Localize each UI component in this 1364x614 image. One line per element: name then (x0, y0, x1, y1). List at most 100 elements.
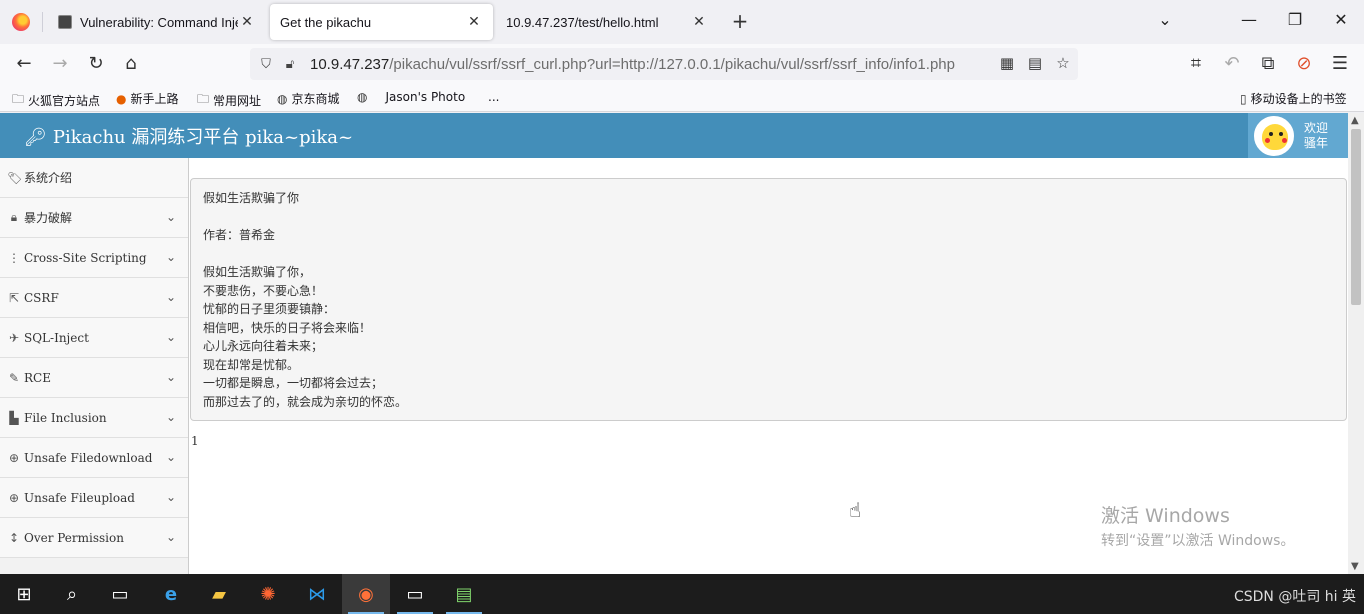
site-title[interactable]: 🔑︎ Pikachu 漏洞练习平台 pika~pika~ (24, 123, 353, 149)
bookmark-jasons-photo[interactable]: ◍ Jason's Photo (357, 90, 465, 104)
folder-icon: ▰ (212, 583, 226, 605)
poem-line: 不要悲伤，不要心急！ (203, 283, 324, 298)
sidebar-item-label: 系统介绍 (24, 171, 73, 185)
chevron-down-icon: ⌄ (165, 210, 176, 224)
taskbar-burp[interactable]: ✺ (244, 574, 292, 614)
ssrf-response-box: 假如生活欺骗了你 作者：普希金 假如生活欺骗了你， 不要悲伤，不要心急！ 忧郁的… (190, 178, 1347, 421)
chevron-down-icon: ⌄ (165, 370, 176, 384)
windows-taskbar: ⊞ ⌕ ▭ e ▰ ✺ ⋈ ◉ ▭ ▤ CSDN @吐司 hi 英 (0, 574, 1364, 614)
scroll-up-icon[interactable]: ▲ (1351, 115, 1359, 126)
plane-icon: ✈ (8, 330, 20, 345)
sidebar-item-unsafe-filedownload[interactable]: ⊕ Unsafe Filedownload ⌄ (0, 438, 188, 478)
minimize-button[interactable]: — (1226, 10, 1272, 29)
taskbar-vscode[interactable]: ⋈ (293, 574, 341, 614)
extensions-icon[interactable]: ⧉ (1256, 52, 1280, 76)
qr-code-icon[interactable]: ▦ (998, 54, 1016, 74)
close-window-button[interactable]: ✕ (1318, 10, 1364, 29)
taskbar-ie[interactable]: e (147, 574, 195, 614)
undo-icon[interactable]: ↶ (1220, 52, 1244, 76)
poem-line: 一切都是瞬息，一切都将会过去； (203, 376, 384, 390)
insecure-lock-icon[interactable]: 🔓︎ (282, 57, 298, 72)
mobile-bookmarks[interactable]: ▯ 移动设备上的书签 (1240, 90, 1347, 107)
poem-line: 心儿永远向往着未来； (203, 339, 324, 353)
start-button[interactable]: ⊞ (0, 574, 48, 614)
dvwa-favicon-icon (58, 15, 72, 29)
system-tray[interactable]: CSDN @吐司 hi 英 (1234, 586, 1356, 606)
tab-vulnerability[interactable]: Vulnerability: Command Injec ✕ (48, 4, 266, 40)
user-menu[interactable]: 欢迎 骚年 (1248, 113, 1348, 158)
page-scrollbar[interactable]: ▲ ▼ (1348, 113, 1364, 574)
close-tab-icon[interactable]: ✕ (690, 14, 708, 30)
scroll-down-icon[interactable]: ▼ (1351, 561, 1359, 572)
search-button[interactable]: ⌕ (48, 574, 96, 614)
forward-button[interactable]: → (48, 52, 72, 76)
bookmark-firefox-official[interactable]: 🗀 火狐官方站点 (12, 90, 100, 111)
bookmark-star-icon[interactable]: ☆ (1054, 54, 1072, 74)
home-button[interactable]: ⌂ (119, 52, 143, 76)
navigation-toolbar: ← → ↻ ⌂ ⛉ 🔓︎ 10.9.47.237/pikachu/vul/ssr… (0, 44, 1364, 84)
scroll-thumb[interactable] (1351, 129, 1361, 305)
shield-icon[interactable]: ⛉ (258, 57, 274, 72)
close-tab-icon[interactable]: ✕ (465, 14, 483, 30)
reload-button[interactable]: ↻ (84, 52, 108, 76)
lock-icon: 🔒︎ (10, 210, 18, 224)
firefox-icon: ◉ (358, 583, 374, 605)
mobile-icon: ▯ (1240, 91, 1247, 106)
windows-activation-watermark: 激活 Windows 转到“设置”以激活 Windows。 (1101, 501, 1294, 550)
bookmark-jd[interactable]: ◍ 京东商城 (277, 90, 340, 107)
bookmark-overflow[interactable]: ... (488, 90, 499, 104)
poem-line: 忧郁的日子里须要镇静： (203, 302, 336, 316)
close-tab-icon[interactable]: ✕ (238, 14, 256, 30)
sidebar-item-unsafe-fileupload[interactable]: ⊕ Unsafe Fileupload ⌄ (0, 478, 188, 518)
globe-icon: ◍ (357, 90, 368, 104)
reader-view-icon[interactable]: ▤ (1026, 54, 1044, 74)
list-all-tabs-button[interactable]: ⌄ (1142, 10, 1188, 29)
text-height-icon: ↕ (8, 530, 20, 545)
folder-icon: 🗀 (197, 92, 210, 106)
addon-blocker-icon[interactable]: ⊘ (1292, 52, 1316, 76)
screenshot-icon[interactable]: ⌗ (1184, 52, 1208, 76)
taskbar-firefox[interactable]: ◉ (342, 574, 390, 614)
sidebar-item-bruteforce[interactable]: 🔒︎ 暴力破解 ⌄ (0, 198, 188, 238)
menu-hamburger-icon[interactable]: ☰ (1328, 52, 1352, 76)
sidebar-item-intro[interactable]: 🏷︎ 系统介绍 (0, 158, 188, 198)
bookmark-common-sites[interactable]: 🗀 常用网址 (197, 90, 261, 111)
sidebar-item-rce[interactable]: ✎ RCE ⌄ (0, 358, 188, 398)
poem-line: 相信吧，快乐的日子将会来临！ (203, 320, 372, 335)
new-tab-button[interactable]: + (728, 10, 752, 34)
bookmark-label: ... (488, 90, 500, 104)
url-text[interactable]: 10.9.47.237/pikachu/vul/ssrf/ssrf_curl.p… (310, 56, 955, 73)
watermark-title: 激活 Windows (1101, 505, 1230, 527)
sidebar-item-csrf[interactable]: ⇱ CSRF ⌄ (0, 278, 188, 318)
welcome-name: 骚年 (1304, 135, 1329, 150)
tab-get-the-pikachu[interactable]: Get the pikachu ✕ (270, 4, 493, 40)
burp-suite-icon: ✺ (260, 583, 276, 605)
tab-hello-html[interactable]: 10.9.47.237/test/hello.html ✕ (496, 4, 718, 40)
sidebar-item-xss[interactable]: ⋮ Cross-Site Scripting ⌄ (0, 238, 188, 278)
restore-button[interactable]: ❐ (1272, 10, 1318, 29)
taskbar-notepad[interactable]: ▤ (440, 574, 488, 614)
pikachu-avatar (1254, 115, 1294, 156)
taskbar-terminal[interactable]: ▭ (391, 574, 439, 614)
site-title-text: Pikachu 漏洞练习平台 pika~pika~ (52, 127, 354, 148)
back-button[interactable]: ← (12, 52, 36, 76)
poem-blank-line (203, 245, 1334, 264)
poem-blank-line (203, 208, 1334, 227)
sidebar-item-label: SQL-Inject (24, 330, 89, 345)
tab-title: Vulnerability: Command Injec (80, 14, 238, 30)
sidebar-item-file-inclusion[interactable]: ▙ File Inclusion ⌄ (0, 398, 188, 438)
result-number: 1 (191, 434, 199, 448)
url-bar[interactable]: ⛉ 🔓︎ 10.9.47.237/pikachu/vul/ssrf/ssrf_c… (250, 48, 1078, 80)
task-view-button[interactable]: ▭ (96, 574, 144, 614)
vscode-icon: ⋈ (308, 583, 326, 605)
tab-strip: Vulnerability: Command Injec ✕ Get the p… (0, 0, 1364, 44)
firefox-view-button[interactable] (0, 0, 42, 44)
web-page: 🔑︎ Pikachu 漏洞练习平台 pika~pika~ 欢迎 骚年 🏷︎ 系统介绍… (0, 113, 1348, 574)
bookmark-getting-started[interactable]: ● 新手上路 (116, 90, 179, 107)
sidebar-item-over-permission[interactable]: ↕ Over Permission ⌄ (0, 518, 188, 558)
taskbar-file-explorer[interactable]: ▰ (195, 574, 243, 614)
bookmark-label: 火狐官方站点 (28, 94, 101, 108)
sidebar-item-label: CSRF (24, 290, 59, 305)
windows-icon: ⊞ (16, 583, 32, 605)
sidebar-item-sqli[interactable]: ✈ SQL-Inject ⌄ (0, 318, 188, 358)
